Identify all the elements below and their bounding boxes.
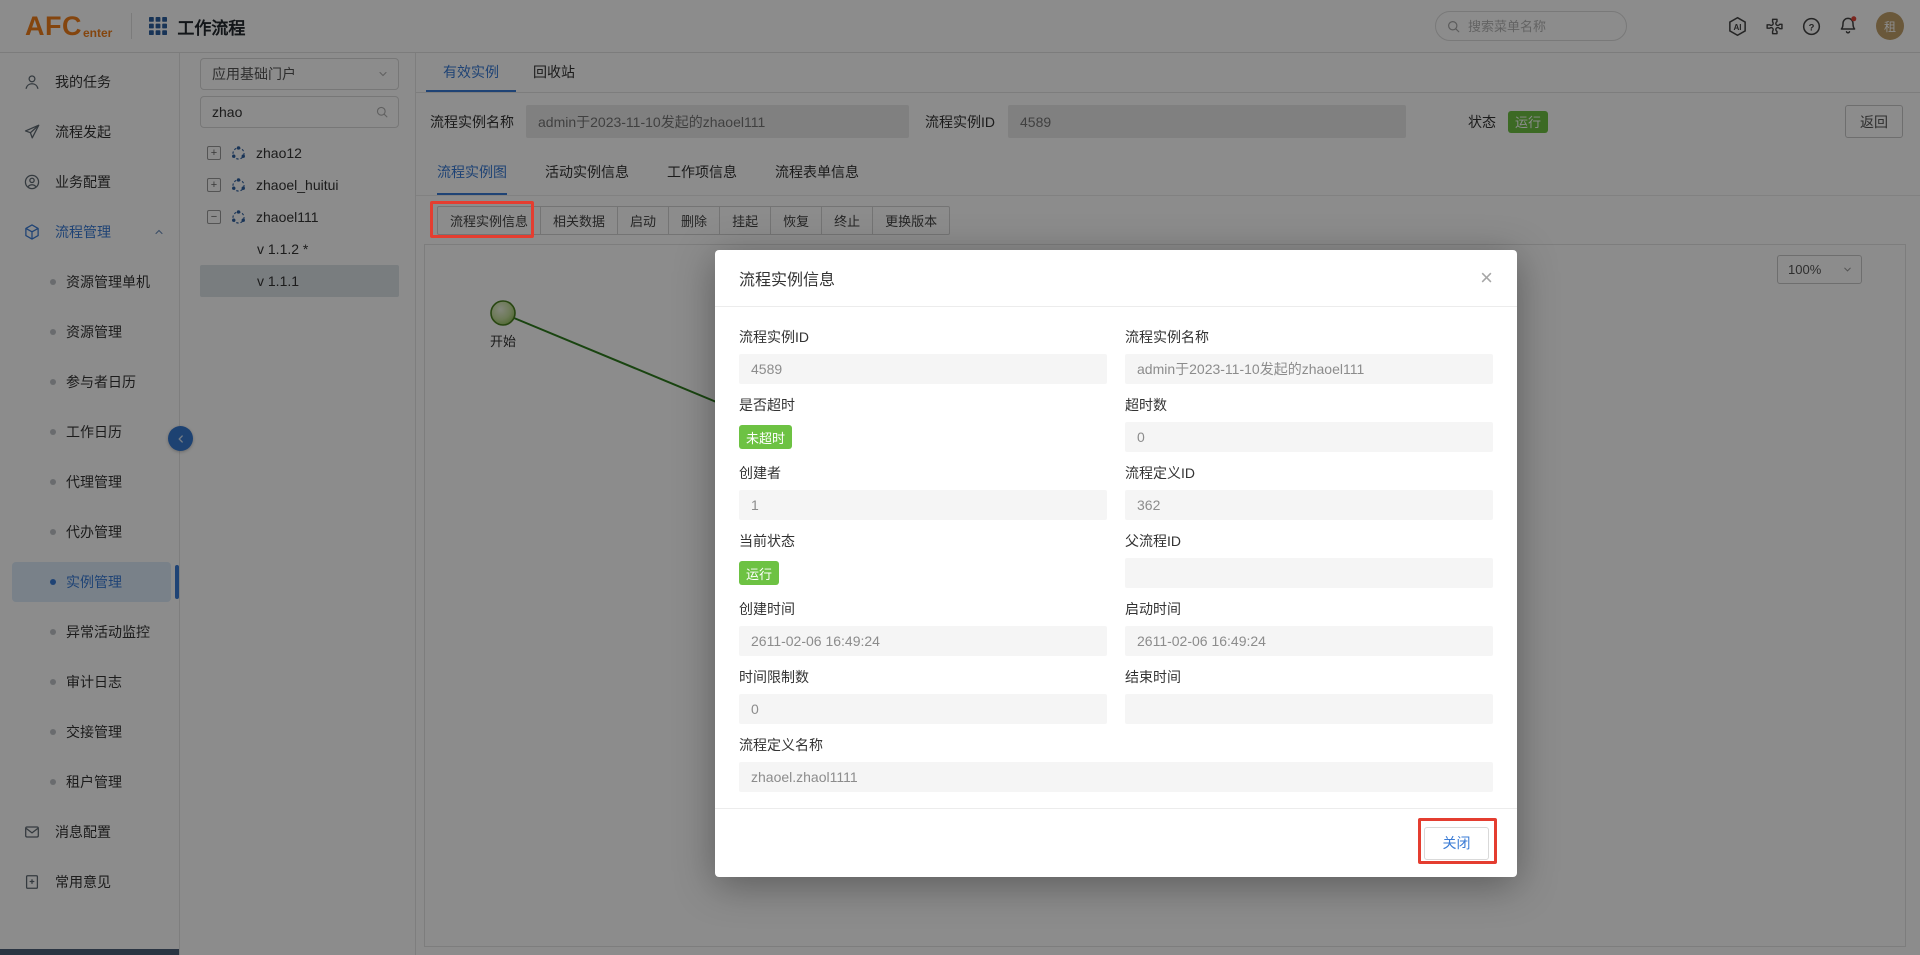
modal-footer: 关闭 bbox=[715, 808, 1517, 877]
field-process-definition-id: 流程定义ID 362 bbox=[1125, 463, 1493, 520]
field-label: 流程定义名称 bbox=[739, 735, 1493, 755]
timeout-status-badge: 未超时 bbox=[739, 425, 792, 449]
field-parent-process-id: 父流程ID bbox=[1125, 531, 1493, 588]
field-time-limit-count: 时间限制数 0 bbox=[739, 667, 1107, 724]
modal-body: 流程实例ID 4589 流程实例名称 admin于2023-11-10发起的zh… bbox=[715, 307, 1517, 803]
field-label: 流程定义ID bbox=[1125, 463, 1493, 483]
field-label: 结束时间 bbox=[1125, 667, 1493, 687]
field-value: 4589 bbox=[739, 354, 1107, 384]
field-current-status: 当前状态 运行 bbox=[739, 531, 1107, 588]
field-start-time: 启动时间 2611-02-06 16:49:24 bbox=[1125, 599, 1493, 656]
field-label: 流程实例ID bbox=[739, 327, 1107, 347]
field-label: 是否超时 bbox=[739, 395, 1107, 415]
modal-title: 流程实例信息 bbox=[739, 266, 835, 290]
field-value bbox=[1125, 694, 1493, 724]
field-value: 0 bbox=[739, 694, 1107, 724]
field-end-time: 结束时间 bbox=[1125, 667, 1493, 724]
running-status-badge: 运行 bbox=[739, 561, 779, 585]
field-value: 2611-02-06 16:49:24 bbox=[739, 626, 1107, 656]
field-label: 超时数 bbox=[1125, 395, 1493, 415]
field-create-time: 创建时间 2611-02-06 16:49:24 bbox=[739, 599, 1107, 656]
close-icon[interactable]: × bbox=[1480, 267, 1493, 289]
field-label: 启动时间 bbox=[1125, 599, 1493, 619]
field-process-instance-id: 流程实例ID 4589 bbox=[739, 327, 1107, 384]
field-label: 创建时间 bbox=[739, 599, 1107, 619]
modal-header: 流程实例信息 × bbox=[715, 250, 1517, 307]
field-process-definition-name: 流程定义名称 zhaoel.zhaol1111 bbox=[739, 735, 1493, 792]
field-value: 1 bbox=[739, 490, 1107, 520]
field-value: 0 bbox=[1125, 422, 1493, 452]
field-label: 父流程ID bbox=[1125, 531, 1493, 551]
field-value: zhaoel.zhaol1111 bbox=[739, 762, 1493, 792]
field-value: 362 bbox=[1125, 490, 1493, 520]
field-process-instance-name: 流程实例名称 admin于2023-11-10发起的zhaoel111 bbox=[1125, 327, 1493, 384]
field-timeout-count: 超时数 0 bbox=[1125, 395, 1493, 452]
field-timeout-flag: 是否超时 未超时 bbox=[739, 395, 1107, 452]
field-label: 流程实例名称 bbox=[1125, 327, 1493, 347]
field-label: 当前状态 bbox=[739, 531, 1107, 551]
field-value: 2611-02-06 16:49:24 bbox=[1125, 626, 1493, 656]
field-value bbox=[1125, 558, 1493, 588]
field-creator: 创建者 1 bbox=[739, 463, 1107, 520]
field-label: 创建者 bbox=[739, 463, 1107, 483]
field-value: admin于2023-11-10发起的zhaoel111 bbox=[1125, 354, 1493, 384]
field-label: 时间限制数 bbox=[739, 667, 1107, 687]
process-instance-info-modal: 流程实例信息 × 流程实例ID 4589 流程实例名称 admin于2023-1… bbox=[715, 250, 1517, 877]
close-button[interactable]: 关闭 bbox=[1424, 827, 1489, 860]
app-root: AFC enter 工作流程 AI ? 租 bbox=[0, 0, 1920, 955]
